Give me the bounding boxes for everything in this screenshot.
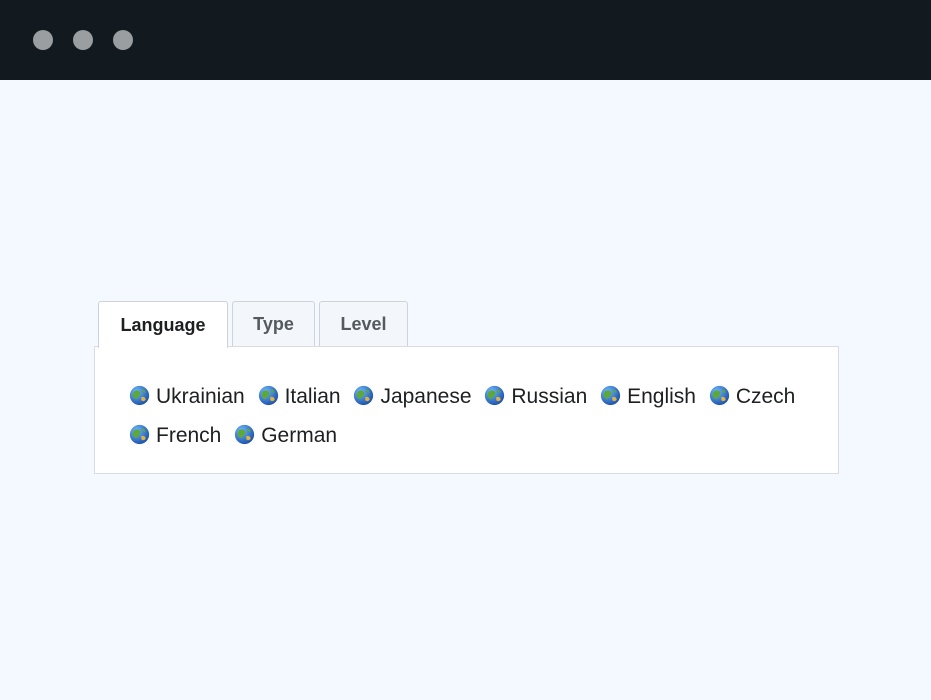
tab-panel-language: Ukrainian Italian Japanese Russian Engli… bbox=[94, 346, 839, 474]
list-item: Czech bbox=[709, 377, 796, 416]
tab-bar: Language Type Level bbox=[94, 301, 839, 348]
globe-icon bbox=[129, 385, 150, 406]
list-item: English bbox=[600, 377, 696, 416]
tab-language[interactable]: Language bbox=[98, 301, 228, 348]
list-item: French bbox=[129, 416, 221, 455]
globe-icon bbox=[709, 385, 729, 406]
window-minimize-dot[interactable] bbox=[73, 30, 93, 50]
globe-icon bbox=[258, 385, 278, 406]
language-label: French bbox=[156, 424, 222, 447]
language-label: Czech bbox=[735, 385, 796, 408]
globe-icon bbox=[129, 424, 150, 445]
window-close-dot[interactable] bbox=[33, 30, 53, 50]
language-label: German bbox=[261, 424, 338, 447]
globe-icon bbox=[235, 424, 255, 445]
language-label: English bbox=[627, 385, 696, 408]
list-item: Ukrainian bbox=[129, 377, 245, 416]
tab-level[interactable]: Level bbox=[319, 301, 408, 346]
list-item: Japanese bbox=[353, 377, 472, 416]
list-item: German bbox=[234, 416, 337, 455]
tab-type[interactable]: Type bbox=[232, 301, 315, 346]
globe-icon bbox=[485, 385, 505, 406]
language-label: Russian bbox=[511, 385, 588, 408]
globe-icon bbox=[354, 385, 374, 406]
globe-icon bbox=[600, 385, 621, 406]
language-list: Ukrainian Italian Japanese Russian Engli… bbox=[129, 377, 808, 455]
language-label: Japanese bbox=[380, 385, 472, 408]
language-label: Ukrainian bbox=[156, 385, 245, 408]
window-titlebar bbox=[0, 0, 931, 80]
list-item: Italian bbox=[258, 377, 341, 416]
list-item: Russian bbox=[484, 377, 587, 416]
tabbed-widget: Language Type Level Ukrainian Italian Ja… bbox=[94, 301, 839, 475]
window-maximize-dot[interactable] bbox=[113, 30, 133, 50]
language-label: Italian bbox=[284, 385, 341, 408]
